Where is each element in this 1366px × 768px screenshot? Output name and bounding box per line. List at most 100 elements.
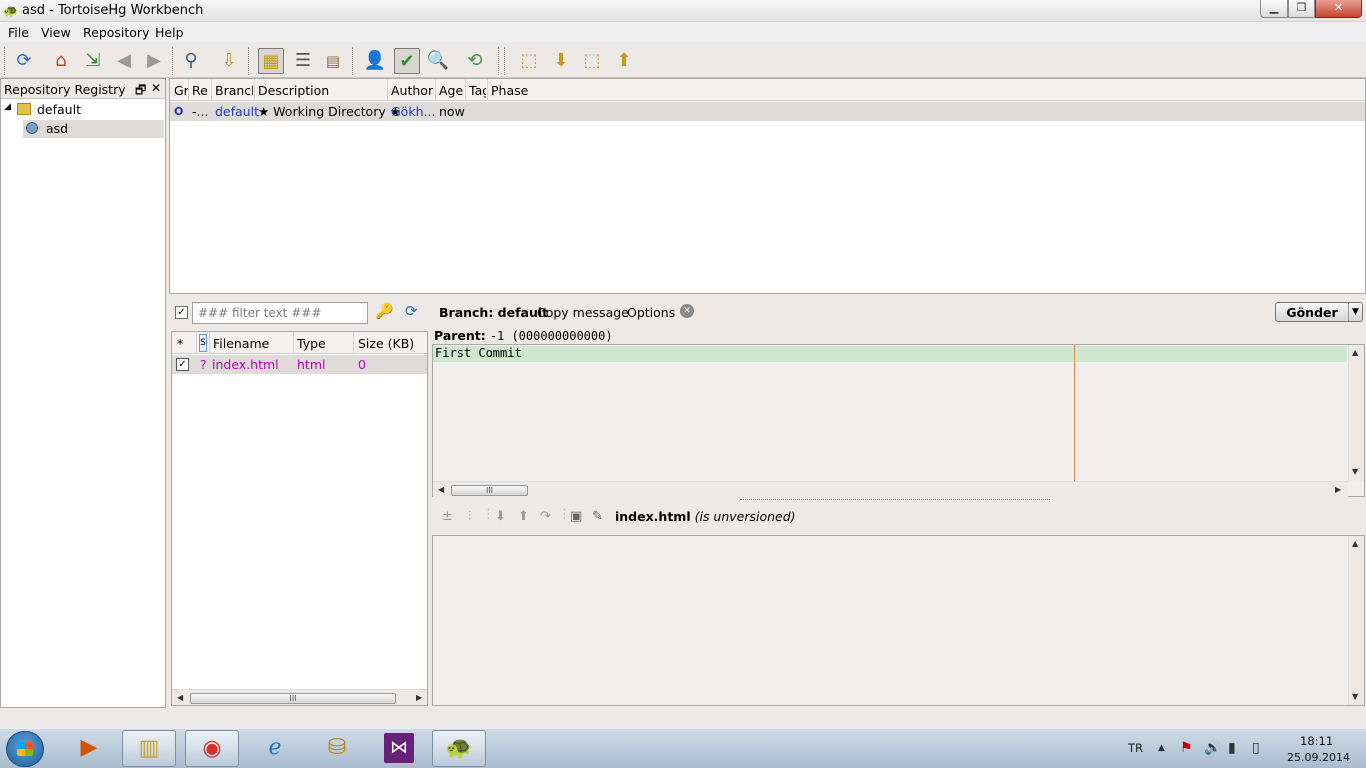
maximize-button[interactable]: ❐ (1288, 0, 1315, 18)
file-checkbox[interactable]: ✓ (176, 358, 189, 371)
db-tool-icon[interactable]: ⛁ (310, 730, 364, 767)
scroll-down-icon[interactable]: ▼ (1352, 467, 1358, 476)
scroll-thumb[interactable]: III (190, 693, 396, 704)
prev-diff-icon[interactable]: ⬆ (518, 509, 529, 524)
menu-file[interactable]: File (8, 25, 29, 40)
scroll-up-icon[interactable]: ▲ (1352, 539, 1358, 548)
back-icon[interactable]: ◀ (111, 48, 137, 74)
col-author[interactable]: Author (391, 83, 433, 98)
scroll-down-icon[interactable]: ▼ (1352, 692, 1358, 701)
diff-vscrollbar[interactable]: ▲ ▼ (1348, 536, 1364, 705)
visual-studio-icon[interactable]: ⋈ (384, 733, 414, 763)
tree-repo-asd[interactable]: asd (23, 120, 164, 138)
col-age[interactable]: Age (439, 83, 463, 98)
menu-repository[interactable]: Repository (83, 25, 149, 40)
col-description[interactable]: Description (258, 83, 329, 98)
power-icon[interactable]: ▯ (1252, 740, 1260, 756)
scroll-thumb[interactable]: III (451, 485, 528, 496)
signal-icon[interactable]: ▮ (1228, 740, 1236, 756)
minimize-button[interactable]: ▁ (1260, 0, 1288, 18)
copy-message-button[interactable]: Copy message (537, 305, 629, 320)
diff-view[interactable]: ▲ ▼ (432, 535, 1365, 706)
message-hscrollbar[interactable]: ◀ III ▶ (433, 481, 1348, 497)
chrome-icon[interactable]: ◉ (185, 730, 239, 767)
scroll-right-icon[interactable]: ▶ (416, 693, 422, 702)
float-panel-button[interactable]: 🗗 (135, 81, 146, 102)
options-button[interactable]: Options (627, 305, 675, 320)
repository-icon (26, 122, 38, 134)
media-player-icon[interactable]: ▶ (62, 730, 116, 767)
scroll-right-icon[interactable]: ▶ (1335, 485, 1341, 494)
next-diff-icon[interactable]: ⬇ (495, 509, 506, 524)
network-warning-icon[interactable]: ⚑ (1180, 740, 1193, 756)
goto-icon[interactable]: ⇲ (80, 48, 106, 74)
clear-icon[interactable]: ✕ (680, 304, 694, 318)
file-row-index-html[interactable]: ✓ ? index.html html 0 (172, 355, 427, 374)
file-list-hscrollbar[interactable]: ◀ III ▶ (172, 689, 427, 705)
clock-time[interactable]: 18:11 (1300, 734, 1333, 748)
pull-changes-icon[interactable]: ⬇ (548, 48, 574, 74)
col-tag[interactable]: Tag (469, 83, 486, 98)
col-filename[interactable]: Filename (213, 336, 269, 351)
menu-help[interactable]: Help (155, 25, 184, 40)
close-button[interactable]: ✕ (1315, 0, 1362, 18)
internet-explorer-icon[interactable]: ℯ (248, 730, 302, 767)
show-hidden-icons-icon[interactable]: ▲ (1158, 743, 1165, 753)
message-vscrollbar[interactable]: ▲ ▼ (1348, 345, 1364, 481)
chevron-down-icon[interactable]: ▼ (1348, 303, 1362, 321)
file-explorer-icon[interactable]: ▥ (122, 730, 176, 767)
col-branch[interactable]: Branch (215, 83, 253, 98)
commit-message-editor[interactable]: First Commit ▲ ▼ ◀ III ▶ (432, 344, 1365, 497)
filter-checkbox[interactable]: ✓ (175, 306, 188, 319)
volume-icon[interactable]: 🔊 (1204, 740, 1221, 756)
column-divider (254, 79, 255, 101)
commit-list-icon[interactable]: ☰ (290, 48, 316, 74)
diff-file-status: (is unversioned) (694, 509, 796, 524)
sync-icon[interactable]: ⟲ (462, 48, 488, 74)
col-type[interactable]: Type (297, 336, 326, 351)
col-checked[interactable]: * (177, 336, 183, 351)
menu-view[interactable]: View (41, 25, 71, 40)
refresh-icon[interactable]: ⟳ (405, 302, 418, 320)
scroll-left-icon[interactable]: ◀ (177, 693, 183, 702)
manifest-icon[interactable]: 👤 (362, 48, 388, 74)
col-phase[interactable]: Phase (491, 83, 528, 98)
commit-send-button[interactable]: Gönder ▼ (1275, 302, 1363, 322)
diff-filename: index.html (615, 509, 691, 524)
refresh-icon[interactable]: ⟳ (11, 48, 37, 74)
close-panel-button[interactable]: ✕ (151, 81, 161, 95)
redo-icon[interactable]: ↷ (540, 509, 551, 524)
revision-details-icon[interactable]: ▦ (258, 48, 284, 74)
col-rev[interactable]: Re (192, 83, 208, 98)
view-file-icon[interactable]: ▣ (570, 509, 582, 524)
forward-icon[interactable]: ▶ (141, 48, 167, 74)
stage-hunk-icon[interactable]: ± (442, 509, 453, 524)
pull-icon[interactable]: ⇩ (216, 48, 242, 74)
scroll-left-icon[interactable]: ◀ (438, 485, 444, 494)
home-icon[interactable]: ⌂ (48, 48, 74, 74)
expand-arrow-icon[interactable]: ◢ (4, 102, 11, 112)
start-button[interactable] (6, 731, 44, 767)
tree-group-default[interactable]: ◢ default (1, 101, 165, 119)
search-repo-icon[interactable]: 🔍 (425, 48, 451, 74)
file-type: html (297, 357, 326, 372)
edit-file-icon[interactable]: ✎ (592, 509, 603, 524)
input-language-indicator[interactable]: TR (1128, 741, 1143, 755)
log-icon[interactable]: ▤ (320, 48, 346, 74)
col-size[interactable]: Size (KB) (358, 336, 414, 351)
commit-icon[interactable]: ✔ (394, 48, 420, 74)
outgoing-icon[interactable]: ⬚ (579, 48, 605, 74)
pane-splitter[interactable] (740, 499, 1050, 502)
clock-date[interactable]: 25.09.2014 (1287, 751, 1350, 764)
user-config-icon[interactable]: 🔑 (375, 302, 394, 320)
revision-row-working-directory[interactable]: O -... default ★ Working Directory ★ Gök… (170, 102, 1365, 121)
col-graph[interactable]: Gr (174, 83, 189, 98)
scroll-up-icon[interactable]: ▲ (1352, 348, 1358, 357)
push-icon[interactable]: ⬆ (611, 48, 637, 74)
unstage-hunk-icon[interactable]: ⫶ (468, 509, 471, 524)
incoming-icon[interactable]: ⬚ (516, 48, 542, 74)
tortoisehg-icon[interactable]: 🐢 (432, 730, 486, 767)
filter-text-input[interactable] (192, 302, 368, 324)
col-status[interactable]: S (199, 334, 207, 352)
search-icon[interactable]: ⚲ (178, 48, 204, 74)
